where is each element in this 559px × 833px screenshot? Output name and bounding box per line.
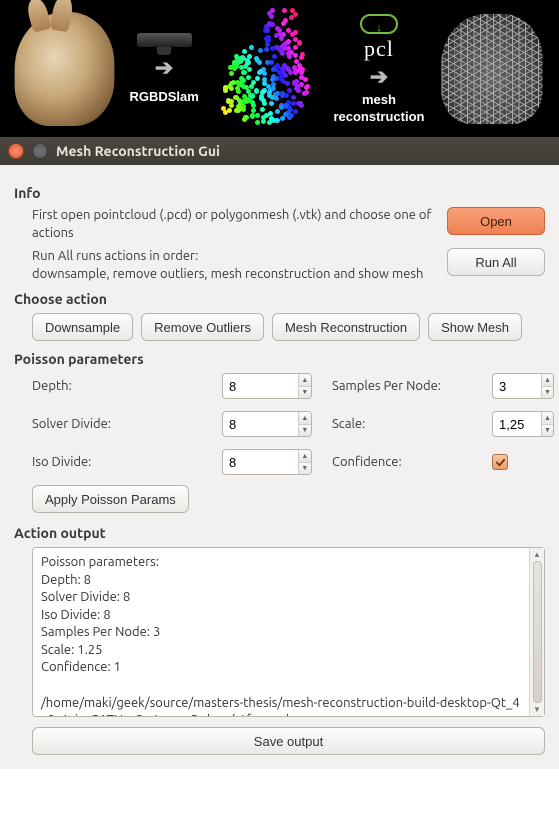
action-output-heading: Action output — [14, 525, 545, 541]
pipeline-banner: ➔ RGBDSlam pcl ➔ mesh reconstruction — [0, 0, 559, 137]
depth-input[interactable] — [223, 374, 298, 398]
scroll-up-icon[interactable]: ▲ — [533, 550, 541, 559]
samples-per-node-input[interactable] — [493, 374, 541, 398]
window-close-button[interactable] — [8, 143, 24, 159]
solver-divide-spinbox[interactable]: ▲ ▼ — [222, 411, 312, 437]
window-titlebar: Mesh Reconstruction Gui — [0, 137, 559, 165]
spin-up-icon[interactable]: ▲ — [299, 374, 311, 386]
mesh-label-2: reconstruction — [333, 109, 424, 124]
solver-divide-label: Solver Divide: — [32, 417, 212, 431]
output-text[interactable]: Poisson parameters: Depth: 8 Solver Divi… — [33, 548, 529, 716]
mesh-reconstruction-button[interactable]: Mesh Reconstruction — [272, 313, 420, 341]
mesh-label-1: mesh — [362, 92, 396, 107]
mesh-reconstruction-step: pcl ➔ mesh reconstruction — [333, 14, 424, 124]
spin-down-icon[interactable]: ▼ — [299, 462, 311, 475]
depth-spinbox[interactable]: ▲ ▼ — [222, 373, 312, 399]
spin-down-icon[interactable]: ▼ — [299, 424, 311, 437]
spin-down-icon[interactable]: ▼ — [299, 386, 311, 399]
choose-action-heading: Choose action — [14, 291, 545, 307]
info-runall-text: Run All runs actions in order: downsampl… — [32, 248, 435, 283]
window-content: Info First open pointcloud (.pcd) or pol… — [0, 165, 559, 769]
rgbdslam-label: RGBDSlam — [129, 89, 198, 104]
downsample-button[interactable]: Downsample — [32, 313, 133, 341]
cloud-download-icon — [360, 14, 398, 34]
confidence-label: Confidence: — [332, 455, 482, 469]
depth-label: Depth: — [32, 379, 212, 393]
scale-label: Scale: — [332, 417, 482, 431]
scale-input[interactable] — [493, 412, 541, 436]
kinect-icon — [137, 33, 192, 47]
solver-divide-input[interactable] — [223, 412, 298, 436]
confidence-checkbox[interactable] — [492, 454, 508, 470]
spin-down-icon[interactable]: ▼ — [542, 386, 553, 399]
open-button[interactable]: Open — [447, 207, 545, 235]
remove-outliers-button[interactable]: Remove Outliers — [141, 313, 264, 341]
iso-divide-input[interactable] — [223, 450, 298, 474]
mesh-bunny-icon — [441, 13, 542, 123]
rgbdslam-step: ➔ RGBDSlam — [129, 33, 198, 104]
scroll-thumb[interactable] — [533, 561, 542, 703]
pointcloud-bunny-icon — [211, 9, 321, 129]
apply-poisson-button[interactable]: Apply Poisson Params — [32, 485, 189, 513]
info-open-text: First open pointcloud (.pcd) or polygonm… — [32, 207, 435, 242]
window-title: Mesh Reconstruction Gui — [56, 143, 220, 159]
spin-up-icon[interactable]: ▲ — [542, 412, 553, 424]
info-heading: Info — [14, 185, 545, 201]
spin-up-icon[interactable]: ▲ — [299, 450, 311, 462]
spin-up-icon[interactable]: ▲ — [542, 374, 553, 386]
poisson-heading: Poisson parameters — [14, 351, 545, 367]
window-minimize-button[interactable] — [32, 143, 48, 159]
runall-button[interactable]: Run All — [447, 248, 545, 276]
iso-divide-spinbox[interactable]: ▲ ▼ — [222, 449, 312, 475]
spin-up-icon[interactable]: ▲ — [299, 412, 311, 424]
iso-divide-label: Iso Divide: — [32, 455, 212, 469]
samples-per-node-spinbox[interactable]: ▲ ▼ — [492, 373, 554, 399]
scale-spinbox[interactable]: ▲ ▼ — [492, 411, 554, 437]
scroll-down-icon[interactable]: ▼ — [533, 705, 541, 714]
output-textarea[interactable]: Poisson parameters: Depth: 8 Solver Divi… — [32, 547, 545, 717]
spin-down-icon[interactable]: ▼ — [542, 424, 553, 437]
save-output-button[interactable]: Save output — [32, 727, 545, 755]
output-scrollbar[interactable]: ▲ ▼ — [529, 548, 544, 716]
bunny-photo-icon — [15, 12, 115, 126]
arrow-right-icon: ➔ — [370, 64, 388, 90]
pcl-logo: pcl — [364, 36, 394, 62]
samples-per-node-label: Samples Per Node: — [332, 379, 482, 393]
arrow-right-icon: ➔ — [155, 55, 173, 81]
show-mesh-button[interactable]: Show Mesh — [428, 313, 522, 341]
check-icon — [495, 457, 506, 468]
